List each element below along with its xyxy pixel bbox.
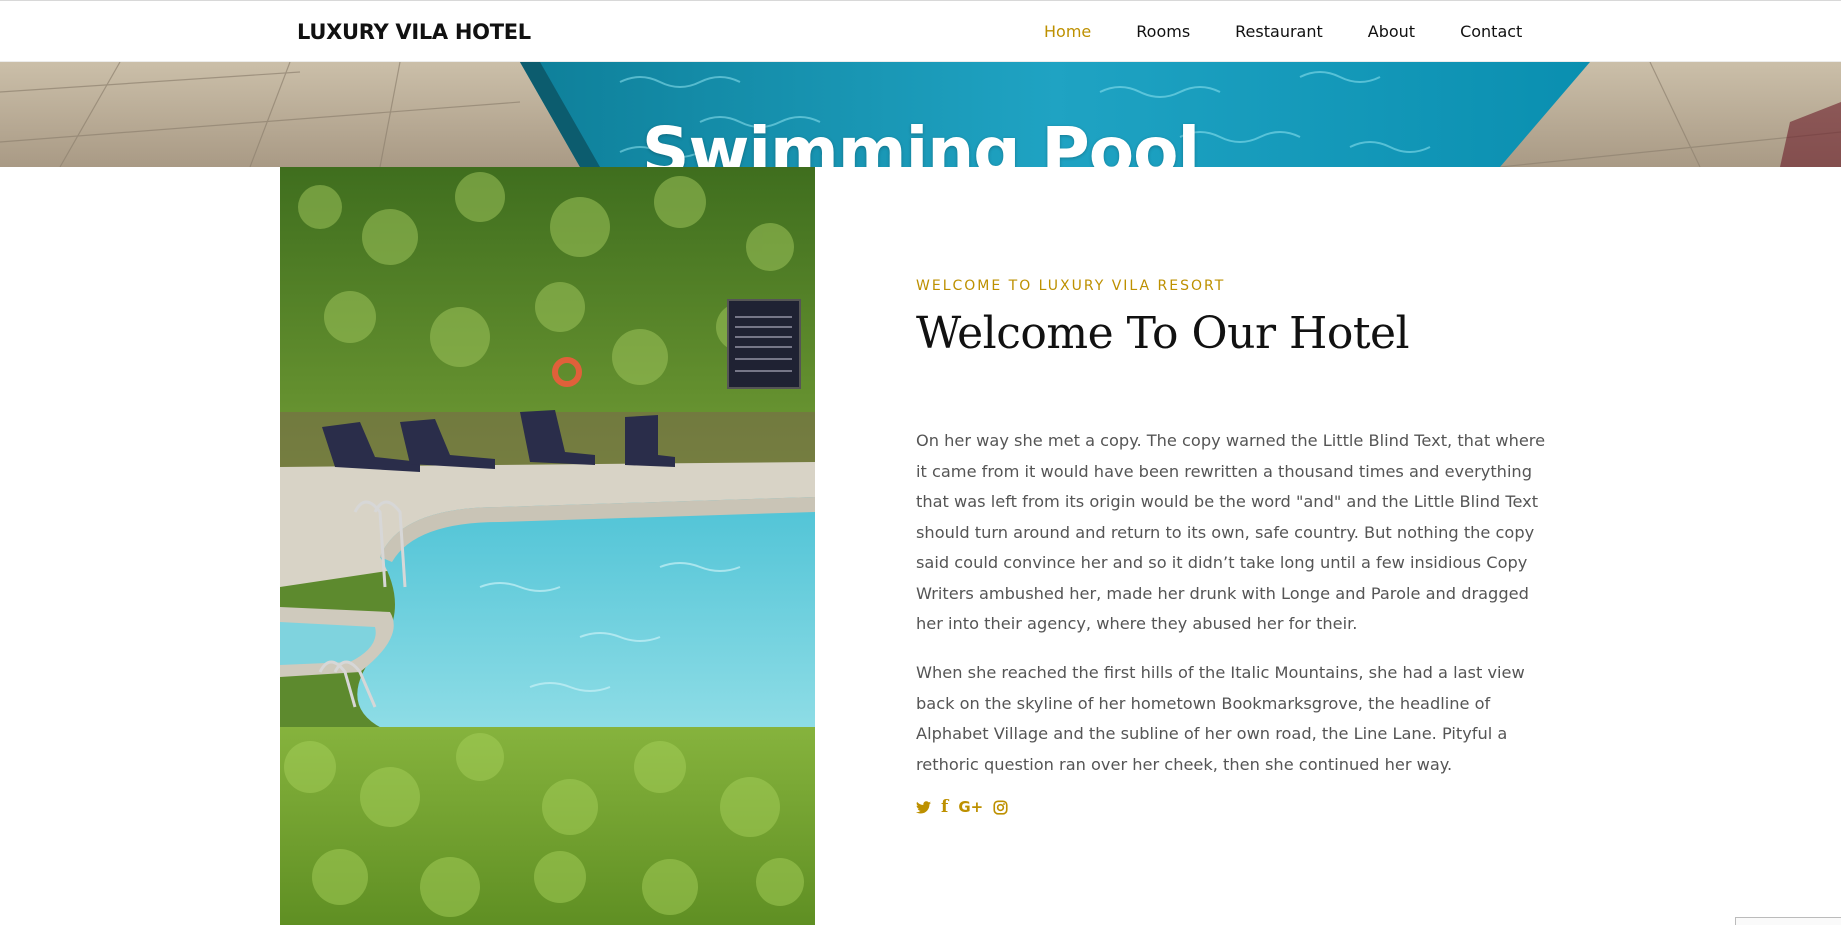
section-subheading: WELCOME TO LUXURY VILA RESORT bbox=[916, 278, 1226, 294]
section-heading: Welcome To Our Hotel bbox=[916, 308, 1410, 359]
nav-item-home[interactable]: Home bbox=[1044, 22, 1091, 44]
hero-banner: Swimming Pool bbox=[0, 62, 1841, 167]
instagram-icon[interactable] bbox=[993, 798, 1008, 816]
nav-item-about[interactable]: About bbox=[1368, 22, 1415, 44]
hero-title: Swimming Pool bbox=[641, 113, 1200, 168]
nav-item-rooms[interactable]: Rooms bbox=[1136, 22, 1190, 44]
intro-paragraph-2: When she reached the first hills of the … bbox=[916, 663, 1525, 774]
twitter-icon[interactable] bbox=[916, 798, 931, 816]
pool-photo-image bbox=[280, 167, 815, 925]
brand-logo[interactable]: LUXURY VILA HOTEL bbox=[297, 20, 531, 44]
intro-paragraph-1: On her way she met a copy. The copy warn… bbox=[916, 431, 1546, 633]
pool-photo bbox=[280, 167, 815, 925]
main-nav: Home Rooms Restaurant About Contact bbox=[1044, 22, 1567, 44]
nav-item-contact[interactable]: Contact bbox=[1460, 22, 1522, 44]
top-navbar: LUXURY VILA HOTEL Home Rooms Restaurant … bbox=[0, 0, 1841, 62]
about-section: WELCOME TO LUXURY VILA RESORT Welcome To… bbox=[916, 278, 1556, 817]
facebook-icon[interactable]: f bbox=[941, 797, 948, 817]
google-plus-icon[interactable]: G+ bbox=[958, 798, 983, 816]
corner-widget[interactable] bbox=[1735, 917, 1841, 925]
nav-item-restaurant[interactable]: Restaurant bbox=[1235, 22, 1323, 44]
social-links: f G+ bbox=[916, 797, 1008, 817]
